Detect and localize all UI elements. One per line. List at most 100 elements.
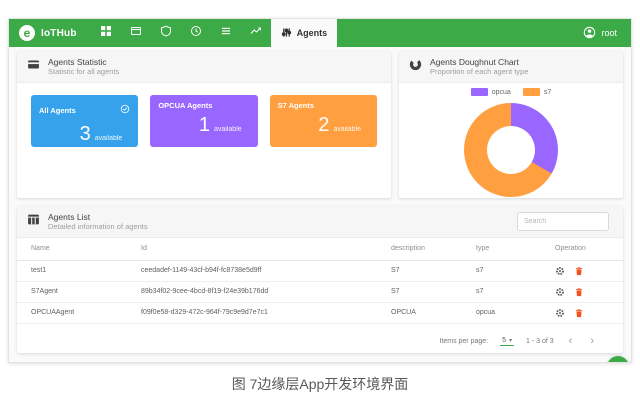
brand-title: IoTHub bbox=[41, 28, 77, 39]
cell-type: opcua bbox=[476, 302, 541, 323]
nav-spacer bbox=[337, 19, 583, 47]
cell-type: s7 bbox=[476, 260, 541, 281]
panel-title: Agents Doughnut Chart bbox=[430, 57, 528, 68]
next-page-button[interactable]: › bbox=[587, 335, 597, 347]
col-name: Name bbox=[17, 238, 141, 260]
tab-agents[interactable]: Agents bbox=[271, 19, 338, 47]
agents-table: Name Id description type Operation test1… bbox=[17, 238, 623, 324]
stat-card-opcua-agents: OPCUA Agents 1 available bbox=[150, 95, 257, 147]
settings-button[interactable] bbox=[555, 287, 565, 297]
agents-list-header: Agents List Detailed information of agen… bbox=[17, 206, 623, 238]
cell-description: S7 bbox=[391, 260, 476, 281]
panel-subtitle: Proportion of each agent type bbox=[430, 67, 528, 76]
col-type: type bbox=[476, 238, 541, 260]
cell-name: S7Agent bbox=[17, 281, 141, 302]
col-description: description bbox=[391, 238, 476, 260]
card-value: 3 bbox=[80, 124, 91, 144]
panel-title: Agents List bbox=[48, 212, 148, 223]
panel-subtitle: Detailed information of agents bbox=[48, 222, 148, 231]
legend-item-s7[interactable]: s7 bbox=[523, 88, 551, 96]
card-icon bbox=[27, 58, 40, 76]
card-label: OPCUA Agents bbox=[158, 101, 212, 110]
card-unit: available bbox=[333, 126, 361, 133]
nav-history-button[interactable] bbox=[181, 19, 211, 47]
history-icon bbox=[190, 24, 202, 42]
iothub-logo-icon: e bbox=[19, 25, 35, 41]
items-per-page-label: Items per page: bbox=[439, 338, 488, 345]
doughnut-chart-body: opcua s7 bbox=[399, 83, 623, 198]
page: e IoTHub bbox=[0, 0, 640, 403]
col-id: Id bbox=[141, 238, 391, 260]
add-agent-fab[interactable] bbox=[607, 356, 629, 363]
nav-analytics-button[interactable] bbox=[241, 19, 271, 47]
card-value: 1 bbox=[199, 115, 210, 135]
legend-label: s7 bbox=[544, 89, 551, 96]
page-range-label: 1 - 3 of 3 bbox=[526, 338, 554, 345]
tab-agents-label: Agents bbox=[297, 28, 328, 38]
stat-card-all-agents: All Agents 3 available bbox=[31, 95, 138, 147]
app-window: e IoTHub bbox=[8, 18, 632, 363]
stat-card-s7-agents: S7 Agents 2 available bbox=[270, 95, 377, 147]
cell-id: f09f0e58-d329-472c-964f-79c9e9d7e7c1 bbox=[141, 302, 391, 323]
agents-doughnut-header: Agents Doughnut Chart Proportion of each… bbox=[399, 51, 623, 83]
dashboard-icon bbox=[100, 24, 112, 42]
nav-icons bbox=[91, 19, 271, 47]
cell-type: s7 bbox=[476, 281, 541, 302]
doughnut-icon bbox=[409, 58, 422, 76]
brand-home[interactable]: e IoTHub bbox=[9, 19, 77, 47]
check-circle-icon bbox=[120, 101, 130, 119]
table-row: OPCUAAgent f09f0e58-d329-472c-964f-79c9e… bbox=[17, 302, 623, 323]
delete-button[interactable] bbox=[574, 266, 584, 276]
legend-label: opcua bbox=[492, 89, 511, 96]
cell-id: ceedadef-1149-43cf-b94f-fc8738e5d9ff bbox=[141, 260, 391, 281]
nav-dashboard-button[interactable] bbox=[91, 19, 121, 47]
settings-button[interactable] bbox=[555, 266, 565, 276]
card-label: S7 Agents bbox=[278, 101, 314, 110]
nav-security-button[interactable] bbox=[151, 19, 181, 47]
panel-title: Agents Statistic bbox=[48, 57, 119, 68]
chart-legend: opcua s7 bbox=[399, 88, 623, 96]
nav-logs-button[interactable] bbox=[211, 19, 241, 47]
legend-swatch-opcua bbox=[471, 88, 488, 96]
agents-list-panel: Agents List Detailed information of agen… bbox=[17, 206, 623, 353]
table-row: S7Agent 89b34f02-9cee-4bcd-8f19-f24e39b1… bbox=[17, 281, 623, 302]
card-label: All Agents bbox=[39, 106, 76, 115]
delete-button[interactable] bbox=[574, 287, 584, 297]
nav-devices-button[interactable] bbox=[121, 19, 151, 47]
doughnut-chart bbox=[464, 103, 558, 197]
devices-icon bbox=[130, 24, 142, 42]
delete-button[interactable] bbox=[574, 308, 584, 318]
card-unit: available bbox=[95, 135, 123, 142]
legend-item-opcua[interactable]: opcua bbox=[471, 88, 511, 96]
pagination: Items per page: 5 ▾ 1 - 3 of 3 ‹ › bbox=[439, 335, 597, 347]
table-icon bbox=[27, 213, 40, 231]
card-unit: available bbox=[214, 126, 242, 133]
top-navbar: e IoTHub bbox=[9, 19, 631, 47]
username-label: root bbox=[601, 28, 617, 38]
agents-statistic-panel: Agents Statistic Statistic for all agent… bbox=[17, 51, 391, 198]
cell-name: OPCUAAgent bbox=[17, 302, 141, 323]
user-menu[interactable]: root bbox=[583, 19, 631, 47]
cell-description: S7 bbox=[391, 281, 476, 302]
chevron-down-icon: ▾ bbox=[509, 337, 512, 344]
content-area: Agents Statistic Statistic for all agent… bbox=[9, 47, 631, 353]
card-value: 2 bbox=[318, 115, 329, 135]
agents-statistic-header: Agents Statistic Statistic for all agent… bbox=[17, 51, 391, 83]
cell-id: 89b34f02-9cee-4bcd-8f19-f24e39b176dd bbox=[141, 281, 391, 302]
items-per-page-value: 5 bbox=[502, 337, 506, 344]
stat-cards: All Agents 3 available OPCUA Agents bbox=[17, 83, 391, 159]
panel-subtitle: Statistic for all agents bbox=[48, 67, 119, 76]
prev-page-button[interactable]: ‹ bbox=[566, 335, 576, 347]
settings-button[interactable] bbox=[555, 308, 565, 318]
items-per-page-select[interactable]: 5 ▾ bbox=[500, 336, 514, 346]
figure-caption: 图 7边缘层App开发环境界面 bbox=[0, 374, 640, 394]
person-icon bbox=[583, 26, 596, 41]
agents-doughnut-panel: Agents Doughnut Chart Proportion of each… bbox=[399, 51, 623, 198]
trending-icon bbox=[250, 24, 262, 42]
cell-name: test1 bbox=[17, 260, 141, 281]
list-icon bbox=[220, 24, 232, 42]
cell-description: OPCUA bbox=[391, 302, 476, 323]
equalizer-icon bbox=[281, 27, 292, 40]
search-input[interactable] bbox=[517, 212, 609, 231]
legend-swatch-s7 bbox=[523, 88, 540, 96]
